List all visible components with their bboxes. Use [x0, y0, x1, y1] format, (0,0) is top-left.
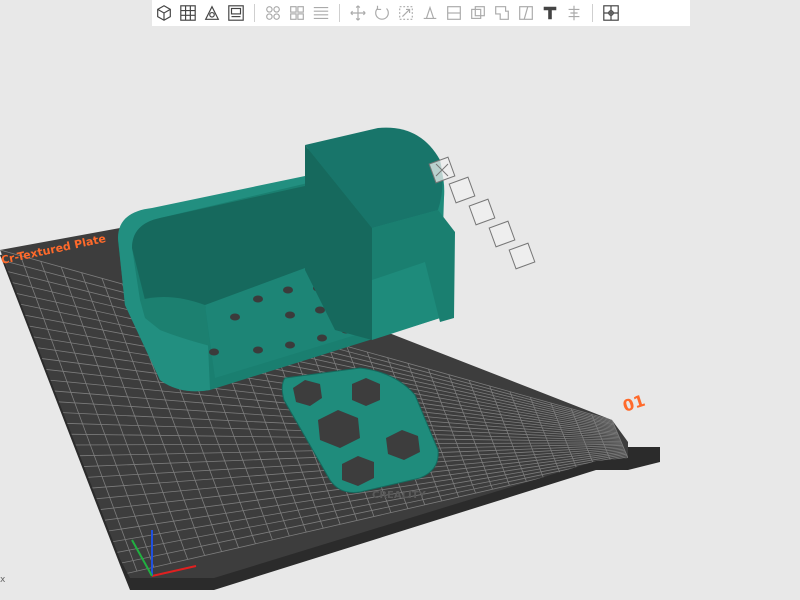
view-right-icon[interactable] [508, 242, 536, 270]
view-front-icon[interactable] [468, 198, 496, 226]
view-top-icon[interactable] [448, 176, 476, 204]
brand-logo-text: CREALITY [372, 490, 427, 501]
axis-x-label: x [0, 575, 6, 585]
plate-number-label: 01 [620, 391, 647, 416]
3d-viewport[interactable]: Cr-Textured Plate 01 CREALITY [0, 0, 800, 600]
view-left-icon[interactable] [488, 220, 516, 248]
